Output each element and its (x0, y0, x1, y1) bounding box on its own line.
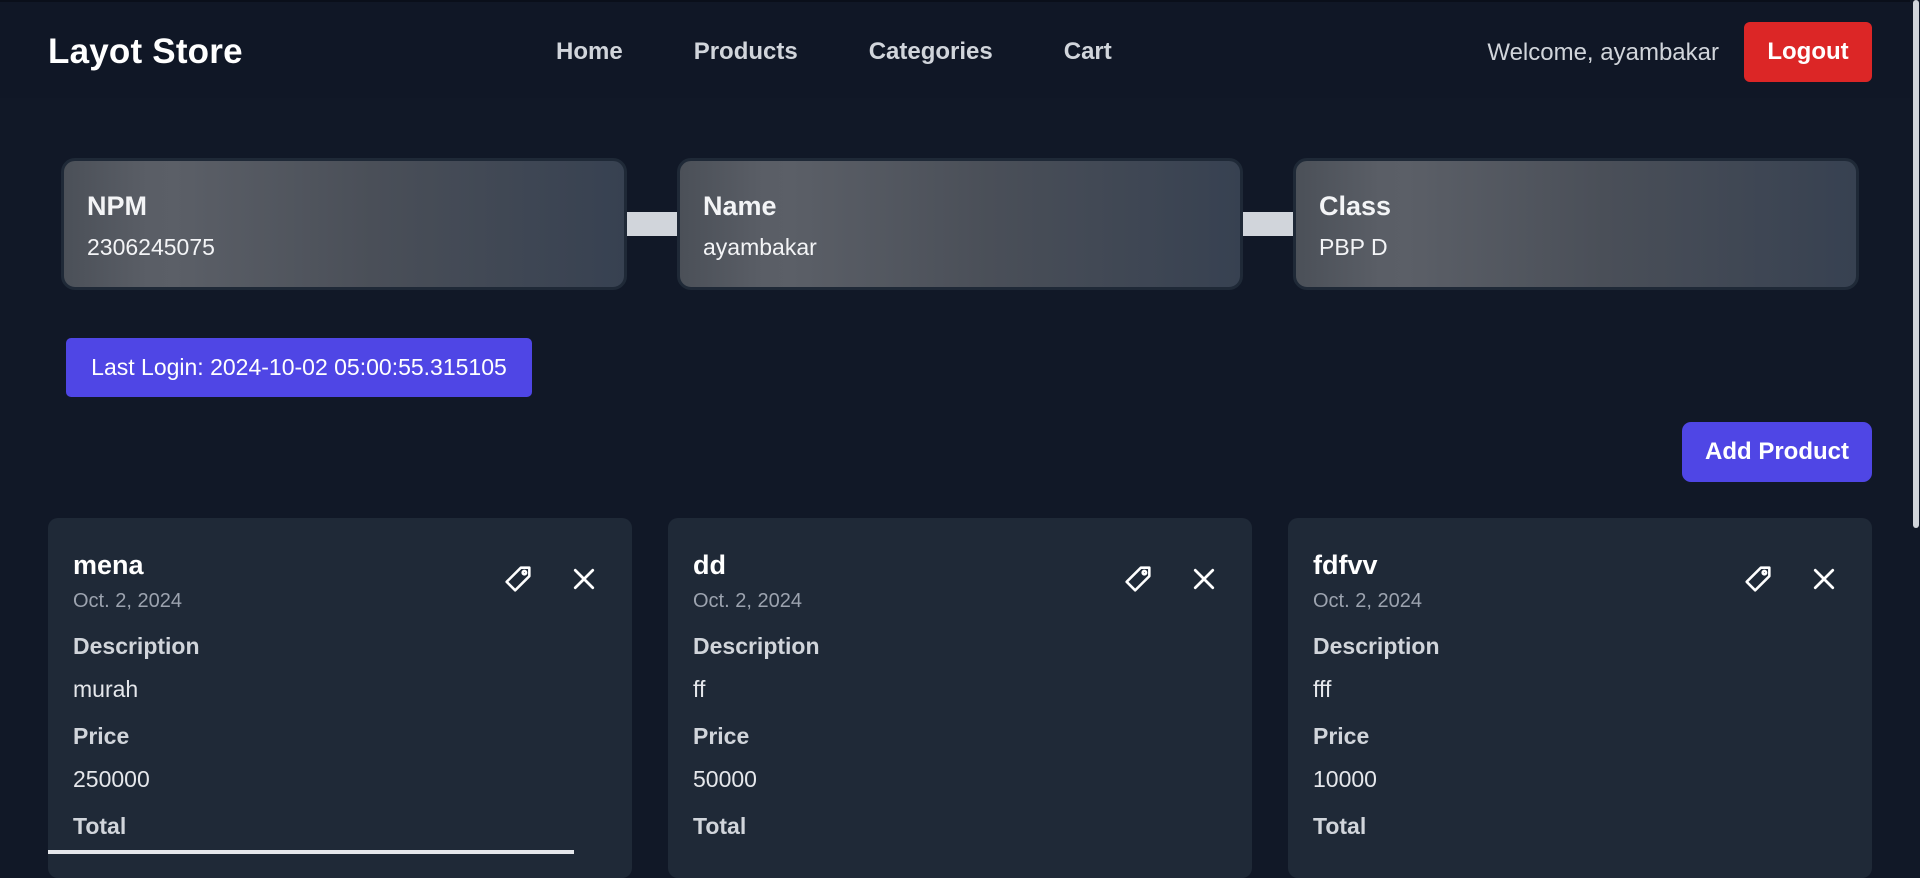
close-icon[interactable] (1187, 562, 1221, 596)
scrollbar[interactable] (1910, 0, 1920, 530)
last-login-badge: Last Login: 2024-10-02 05:00:55.315105 (66, 338, 532, 397)
add-product-button[interactable]: Add Product (1682, 422, 1872, 482)
info-card-label: Class (1319, 191, 1392, 221)
brand-logo[interactable]: Layot Store (48, 32, 243, 72)
card-connector (1243, 212, 1293, 236)
tag-icon[interactable] (501, 562, 535, 596)
price-label: Price (693, 723, 750, 749)
card-actions (501, 562, 601, 596)
logout-button[interactable]: Logout (1744, 22, 1872, 82)
nav-link-home[interactable]: Home (556, 38, 623, 66)
close-icon[interactable] (567, 562, 601, 596)
horizontal-scroll-indicator (48, 850, 574, 854)
total-label: Total (693, 813, 747, 839)
product-card: fdfvv Oct. 2, 2024 Description fff Price… (1288, 518, 1872, 878)
info-card-npm: NPM 2306245075 (61, 158, 627, 290)
navbar: Layot Store Home Products Categories Car… (0, 0, 1920, 98)
price-label: Price (73, 723, 130, 749)
description-value: ff (693, 676, 706, 702)
info-card-label: Name (703, 191, 777, 221)
tag-icon[interactable] (1121, 562, 1155, 596)
nav-links: Home Products Categories Cart (556, 38, 1183, 66)
description-value: fff (1313, 676, 1332, 702)
product-card: dd Oct. 2, 2024 Description ff Price 500… (668, 518, 1252, 878)
nav-link-products[interactable]: Products (694, 38, 798, 66)
info-card-value: ayambakar (703, 234, 817, 260)
nav-link-cart[interactable]: Cart (1064, 38, 1112, 66)
welcome-text: Welcome, ayambakar (1487, 39, 1719, 66)
price-value: 250000 (73, 766, 150, 792)
card-actions (1741, 562, 1841, 596)
card-connector (627, 212, 677, 236)
total-label: Total (1313, 813, 1367, 839)
scrollbar-thumb[interactable] (1913, 0, 1919, 528)
description-value: murah (73, 676, 139, 702)
product-card: mena Oct. 2, 2024 Description murah Pric… (48, 518, 632, 878)
price-value: 50000 (693, 766, 757, 792)
info-card-name: Name ayambakar (677, 158, 1243, 290)
close-icon[interactable] (1807, 562, 1841, 596)
price-label: Price (1313, 723, 1370, 749)
info-card-value: PBP D (1319, 234, 1388, 260)
info-card-label: NPM (87, 191, 147, 221)
tag-icon[interactable] (1741, 562, 1775, 596)
nav-link-categories[interactable]: Categories (869, 38, 993, 66)
total-label: Total (73, 813, 127, 839)
description-label: Description (693, 633, 820, 659)
price-value: 10000 (1313, 766, 1377, 792)
description-label: Description (73, 633, 200, 659)
card-actions (1121, 562, 1221, 596)
description-label: Description (1313, 633, 1440, 659)
info-card-value: 2306245075 (87, 234, 215, 260)
info-card-class: Class PBP D (1293, 158, 1859, 290)
